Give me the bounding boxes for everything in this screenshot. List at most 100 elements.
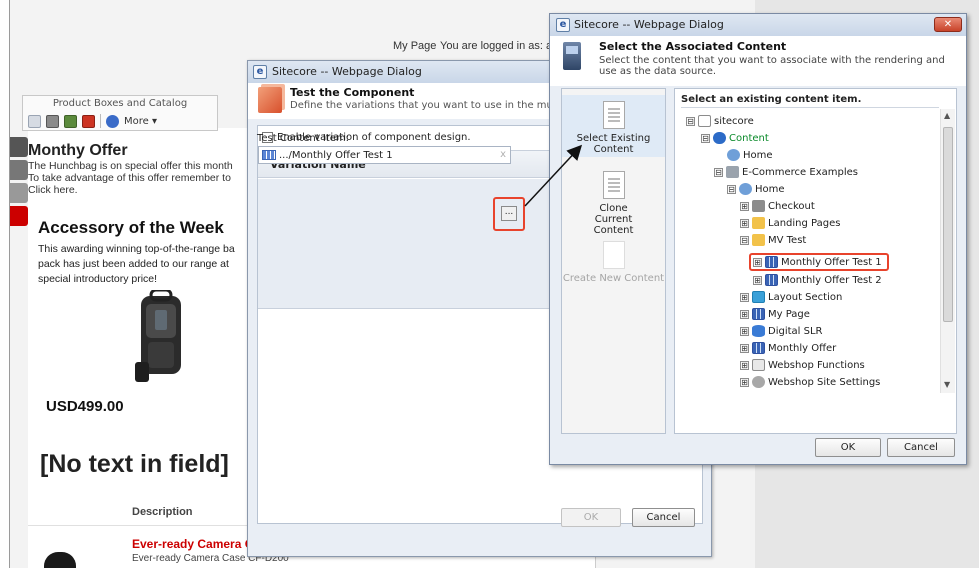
accessory-section: Accessory of the Week This awarding winn… bbox=[38, 218, 248, 287]
tree-node-content[interactable]: ⊟ Content bbox=[701, 130, 769, 146]
tree-node-ecommerce-examples[interactable]: ⊟ E-Commerce Examples bbox=[714, 164, 858, 180]
collapse-icon[interactable]: ⊟ bbox=[701, 133, 710, 143]
clone-current-content-option[interactable]: Clone Current Content bbox=[562, 169, 665, 236]
scroll-up-icon[interactable]: ▲ bbox=[944, 111, 950, 120]
scroll-thumb[interactable] bbox=[943, 127, 953, 322]
expand-icon[interactable]: ⊞ bbox=[740, 377, 749, 387]
test-content-item-field[interactable]: .../Monthly Offer Test 1 x bbox=[258, 146, 511, 164]
more-dropdown[interactable]: More ▾ bbox=[124, 116, 157, 127]
ribbon-separator bbox=[100, 114, 101, 128]
select-existing-content-option[interactable]: Select Existing Content bbox=[562, 95, 665, 157]
test-content-item-value: .../Monthly Offer Test 1 bbox=[279, 150, 393, 161]
checkout-icon bbox=[752, 200, 765, 212]
accessory-line: special introductory price! bbox=[38, 273, 158, 285]
table-icon bbox=[765, 274, 778, 286]
ribbon-group: Product Boxes and Catalog More ▾ bbox=[22, 95, 218, 131]
database-icon bbox=[752, 325, 765, 337]
expand-icon[interactable]: ⊞ bbox=[740, 292, 749, 302]
dialog-heading: Select the Associated Content bbox=[599, 40, 787, 53]
tree-scrollbar[interactable]: ▲ ▼ bbox=[940, 109, 955, 393]
new-document-icon bbox=[602, 241, 625, 269]
my-page-link[interactable]: My Page bbox=[393, 40, 436, 52]
product-price: USD499.00 bbox=[46, 398, 124, 415]
collapse-icon[interactable]: ⊟ bbox=[740, 235, 749, 245]
tree-node-sitecore[interactable]: ⊟ sitecore bbox=[686, 113, 754, 129]
home-icon bbox=[727, 149, 740, 161]
dialog-heading: Test the Component bbox=[290, 86, 415, 99]
tree-node-mv-test[interactable]: ⊟ MV Test bbox=[740, 232, 806, 248]
tree-node-webshop-functions[interactable]: ⊞ Webshop Functions bbox=[740, 357, 865, 373]
tree-heading: Select an existing content item. bbox=[681, 94, 862, 105]
scroll-down-icon[interactable]: ▼ bbox=[944, 380, 950, 389]
navigate-icon[interactable] bbox=[106, 114, 119, 128]
collapse-icon[interactable]: ⊟ bbox=[727, 184, 736, 194]
left-tab[interactable] bbox=[10, 160, 28, 180]
expand-icon[interactable]: ⊞ bbox=[753, 275, 762, 285]
close-button[interactable]: ✕ bbox=[934, 17, 962, 32]
component-icon bbox=[258, 87, 282, 113]
tree-node-label: sitecore bbox=[714, 115, 754, 127]
dialog-description: Select the content that you want to asso… bbox=[599, 55, 945, 77]
tree-node-label: Checkout bbox=[768, 200, 815, 212]
monthly-offer-line: To take advantage of this offer remember… bbox=[28, 172, 231, 184]
functions-icon bbox=[752, 359, 765, 371]
accessory-line: pack has just been added to our range at bbox=[38, 258, 229, 270]
tree-node-label: My Page bbox=[768, 308, 810, 320]
collapse-icon[interactable]: ⊟ bbox=[686, 116, 695, 126]
expand-icon[interactable]: ⊞ bbox=[740, 201, 749, 211]
grid-icon[interactable] bbox=[28, 114, 41, 128]
expand-icon[interactable]: ⊞ bbox=[740, 343, 749, 353]
expand-icon[interactable]: ⊞ bbox=[740, 309, 749, 319]
document-icon bbox=[602, 101, 625, 129]
tree-node-digital-slr[interactable]: ⊞ Digital SLR bbox=[740, 323, 822, 339]
users-icon[interactable] bbox=[64, 114, 77, 128]
tree-node-label: Home bbox=[755, 183, 785, 195]
document-icon bbox=[698, 115, 711, 127]
component-icon[interactable] bbox=[82, 114, 95, 128]
ok-button[interactable]: OK bbox=[815, 438, 881, 457]
dialog-titlebar[interactable]: e Sitecore -- Webpage Dialog ✕ bbox=[550, 14, 966, 36]
monthly-offer-link[interactable]: Click here. bbox=[28, 184, 248, 196]
expand-icon[interactable]: ⊞ bbox=[740, 360, 749, 370]
option-label: Create New Content bbox=[562, 273, 665, 284]
expand-icon[interactable]: ⊞ bbox=[740, 326, 749, 336]
expand-icon[interactable]: ⊞ bbox=[740, 218, 749, 228]
monthly-offer-title: Monthy Offer bbox=[28, 142, 128, 159]
description-header: Description bbox=[132, 506, 193, 518]
ok-button[interactable]: OK bbox=[561, 508, 621, 527]
left-tab[interactable] bbox=[10, 137, 28, 157]
select-content-dialog: e Sitecore -- Webpage Dialog ✕ Select th… bbox=[549, 13, 967, 465]
tree-node-layout-section[interactable]: ⊞ Layout Section bbox=[740, 289, 842, 305]
browser-icon: e bbox=[253, 65, 267, 79]
cancel-button[interactable]: Cancel bbox=[632, 508, 695, 527]
tree-node-webshop-site-settings[interactable]: ⊞ Webshop Site Settings bbox=[740, 374, 880, 390]
monthly-offer-line: The Hunchbag is on special offer this mo… bbox=[28, 160, 233, 172]
create-new-content-option[interactable]: Create New Content bbox=[562, 239, 665, 289]
tree-node-home[interactable]: ⊟ Home bbox=[727, 181, 785, 197]
tree-node-label: Monthly Offer Test 2 bbox=[781, 274, 882, 286]
delete-icon[interactable] bbox=[46, 114, 59, 128]
backpack-image bbox=[135, 290, 181, 382]
left-tab[interactable] bbox=[10, 206, 28, 226]
selected-item-highlight bbox=[749, 253, 889, 271]
cancel-button[interactable]: Cancel bbox=[887, 438, 955, 457]
tree-node-label: Webshop Site Settings bbox=[768, 376, 881, 388]
left-tab[interactable] bbox=[10, 183, 28, 203]
content-options-panel: Select Existing Content Clone Current Co… bbox=[561, 88, 666, 434]
table-icon bbox=[752, 342, 765, 354]
tree-node-home[interactable]: Home bbox=[727, 147, 773, 163]
tree-node-landing-pages[interactable]: ⊞ Landing Pages bbox=[740, 215, 840, 231]
monthly-offer-section: Monthy Offer The Hunchbag is on special … bbox=[28, 142, 248, 196]
clear-icon[interactable]: x bbox=[500, 149, 506, 160]
home-icon bbox=[739, 183, 752, 195]
tree-node-label: Digital SLR bbox=[768, 325, 823, 337]
layout-icon bbox=[752, 291, 765, 303]
tree-node-label: Landing Pages bbox=[768, 217, 841, 229]
tree-node-monthly-offer[interactable]: ⊞ Monthly Offer bbox=[740, 340, 836, 356]
content-icon bbox=[713, 132, 726, 144]
tree-node-checkout[interactable]: ⊞ Checkout bbox=[740, 198, 815, 214]
collapse-icon[interactable]: ⊟ bbox=[714, 167, 723, 177]
divider bbox=[681, 107, 939, 108]
tree-node-my-page[interactable]: ⊞ My Page bbox=[740, 306, 810, 322]
tree-node-monthly-offer-test-2[interactable]: ⊞ Monthly Offer Test 2 bbox=[753, 272, 882, 288]
